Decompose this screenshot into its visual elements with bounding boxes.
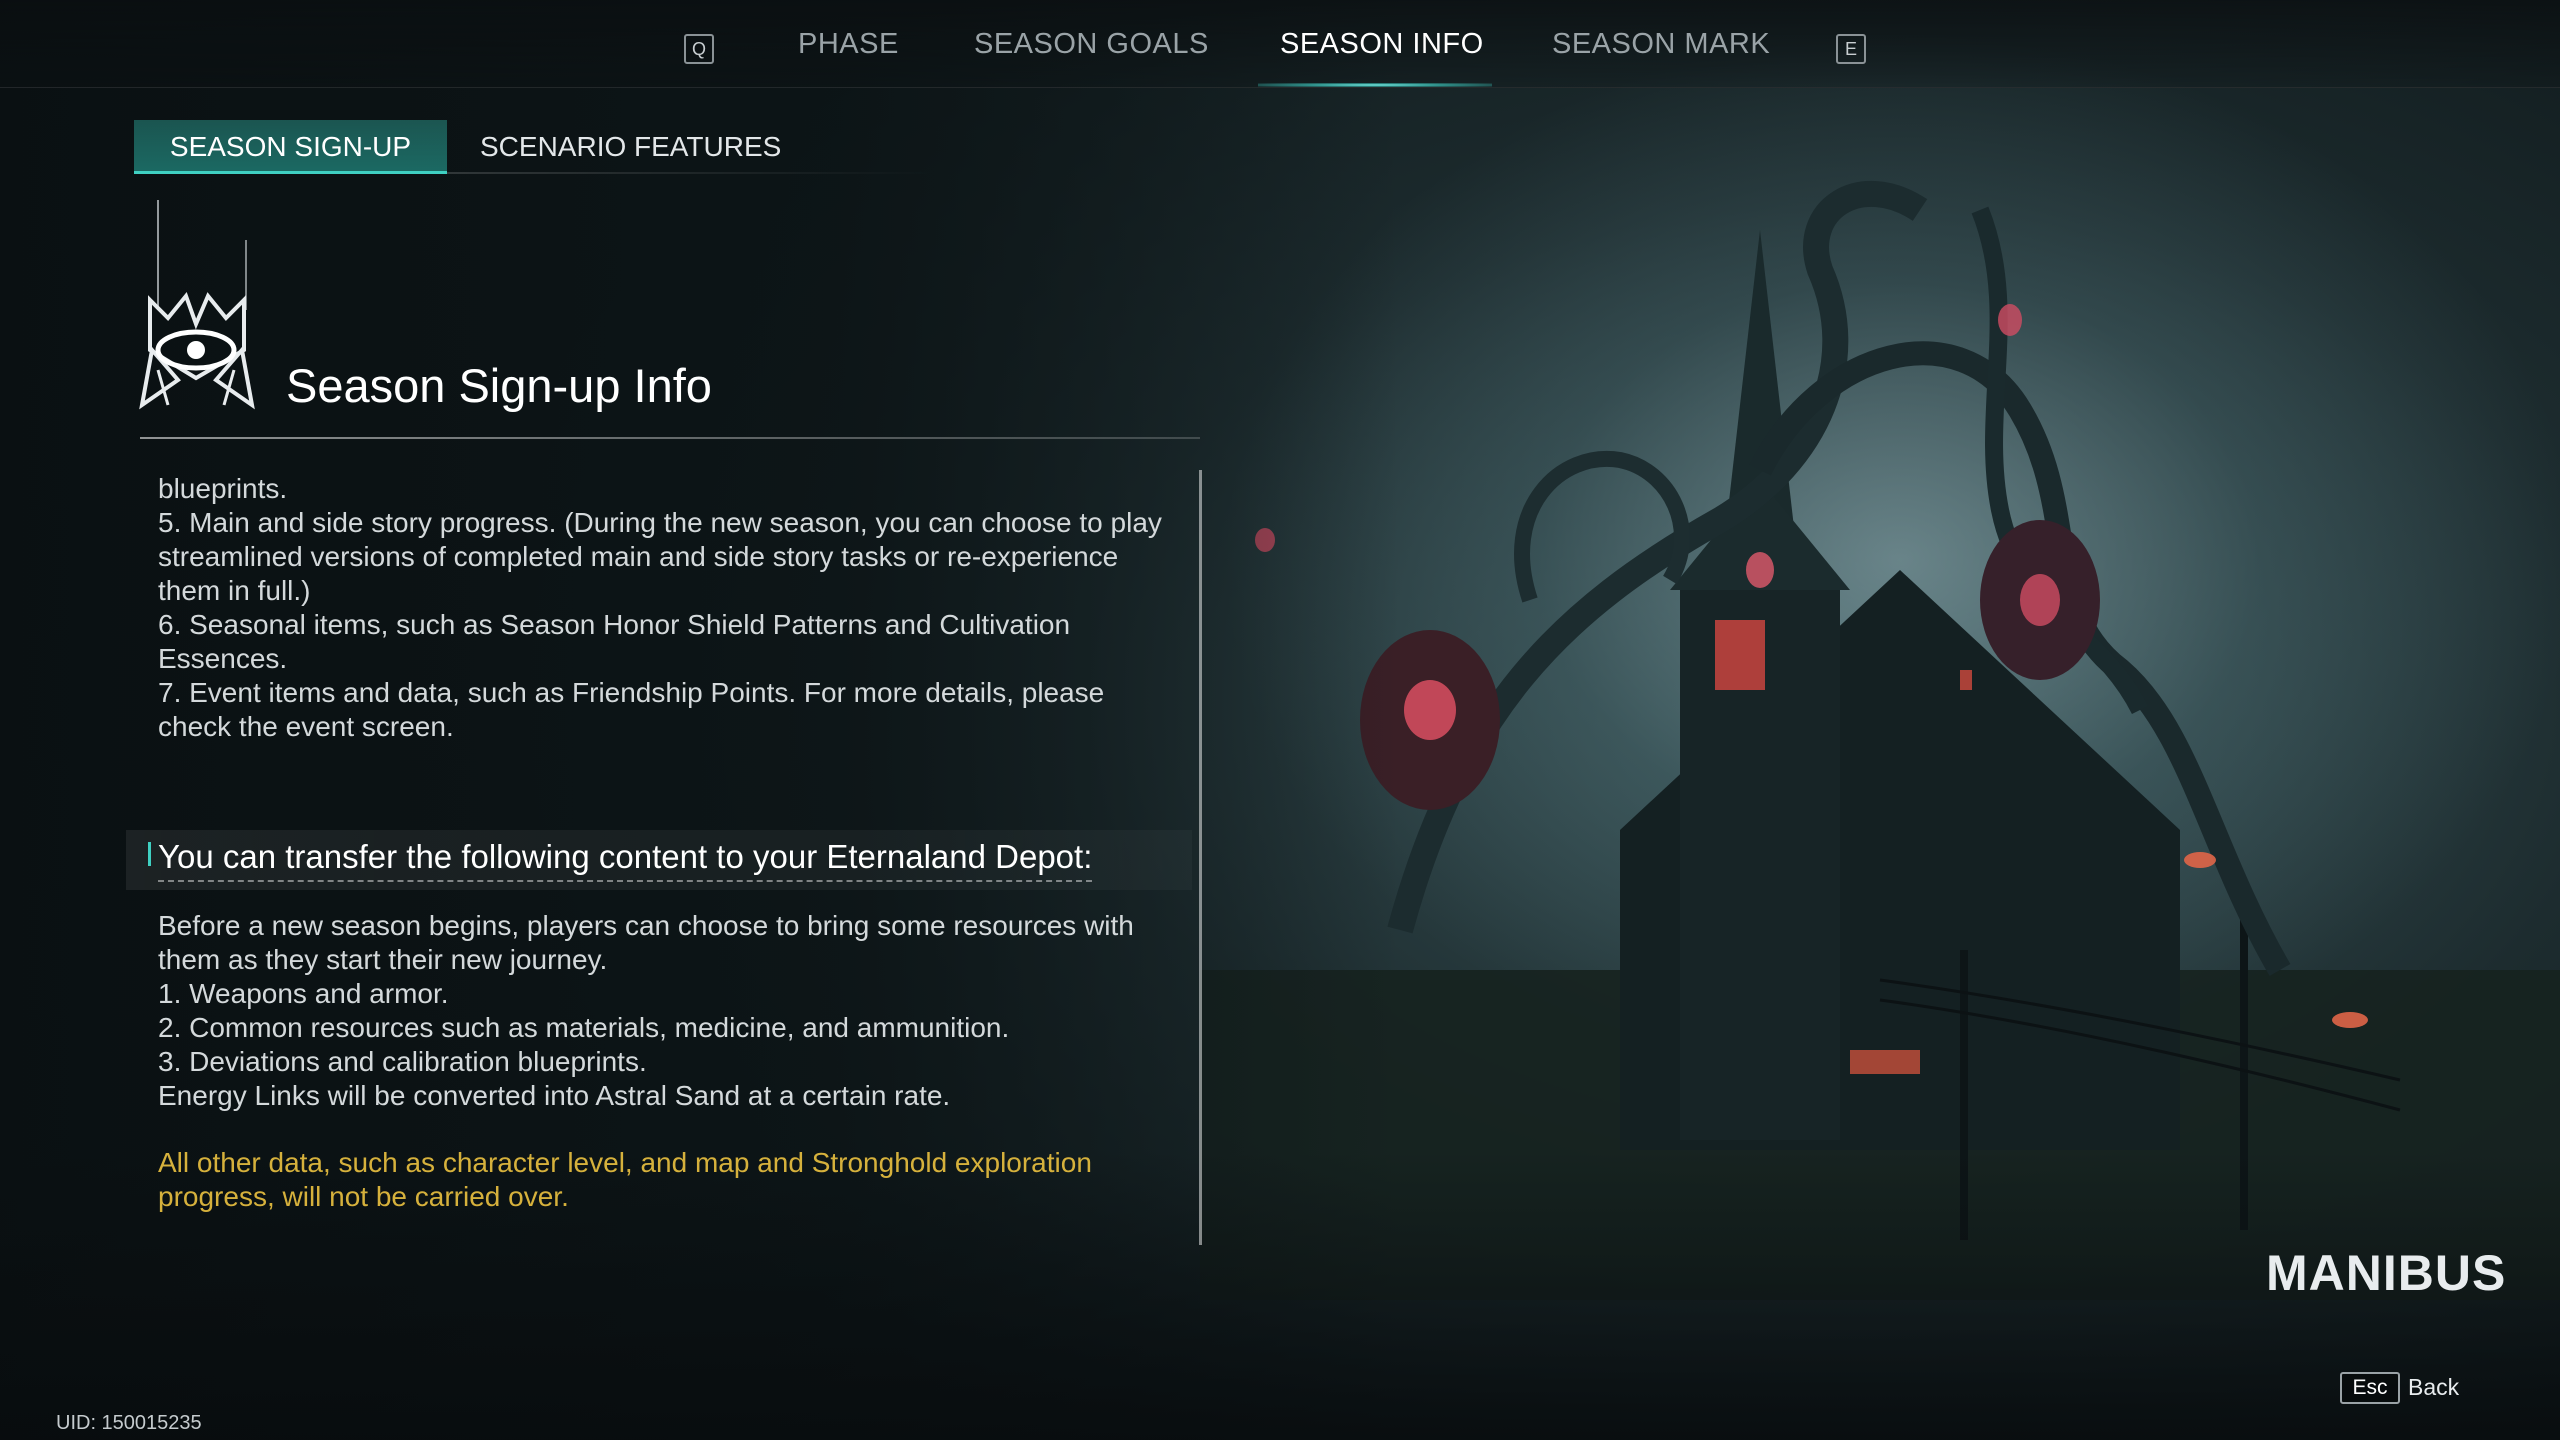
info-line: 7. Event items and data, such as Friends… (158, 677, 1105, 742)
prev-tab-key-hint[interactable]: Q (684, 34, 714, 64)
info-line: 6. Seasonal items, such as Season Honor … (158, 609, 1071, 674)
info-text-bottom: Before a new season begins, players can … (158, 909, 1188, 1113)
active-tab-indicator (1258, 83, 1492, 87)
title-divider (140, 437, 1200, 439)
esc-key-hint[interactable]: Esc (2340, 1372, 2400, 1404)
info-text-top: blueprints. 5. Main and side story progr… (158, 472, 1178, 744)
info-line: 5. Main and side story progress. (During… (158, 507, 1162, 606)
sub-tab-scenario-features[interactable]: SCENARIO FEATURES (480, 120, 781, 174)
info-line: 2. Common resources such as materials, m… (158, 1012, 1010, 1043)
sub-tab-season-sign-up[interactable]: SEASON SIGN-UP (134, 120, 447, 174)
tab-season-mark[interactable]: SEASON MARK (1552, 28, 1770, 61)
eye-crest-icon (139, 200, 255, 410)
page-title: Season Sign-up Info (286, 359, 712, 412)
info-line: Energy Links will be converted into Astr… (158, 1080, 951, 1111)
depot-transfer-heading: You can transfer the following content t… (158, 838, 1093, 882)
scrollbar-thumb[interactable] (1199, 470, 1202, 1245)
info-line: Before a new season begins, players can … (158, 910, 1134, 975)
tab-season-info[interactable]: SEASON INFO (1280, 28, 1484, 61)
info-line: 3. Deviations and calibration blueprints… (158, 1046, 647, 1077)
manibus-church-artwork (1200, 180, 2560, 1300)
tab-season-goals[interactable]: SEASON GOALS (974, 28, 1209, 61)
next-tab-key-hint[interactable]: E (1836, 34, 1866, 64)
scenario-logo: MANIBUS (2266, 1245, 2507, 1301)
subheading-accent-bar (148, 842, 151, 866)
back-button[interactable]: Back (2408, 1374, 2459, 1401)
info-line: blueprints. (158, 473, 288, 504)
tab-phase[interactable]: PHASE (798, 28, 899, 61)
carry-over-warning: All other data, such as character level,… (158, 1147, 1092, 1212)
user-id: UID: 150015235 (56, 1412, 202, 1434)
info-line: 1. Weapons and armor. (158, 978, 449, 1009)
